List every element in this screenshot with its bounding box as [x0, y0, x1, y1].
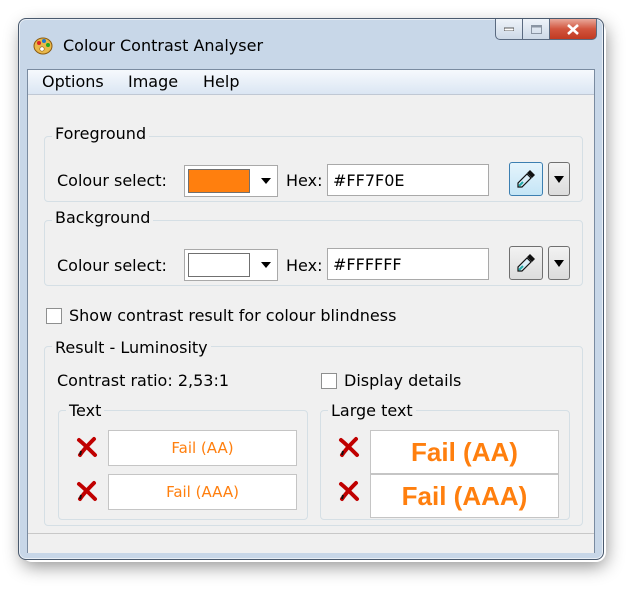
fg-eyedropper-button[interactable]	[509, 162, 543, 196]
close-button[interactable]	[550, 19, 597, 40]
fg-hex-label: Hex:	[286, 171, 323, 190]
menu-bar: Options Image Help	[28, 70, 594, 95]
menu-image[interactable]: Image	[128, 72, 178, 91]
text-result-label: Text	[66, 401, 105, 420]
colour-blindness-label[interactable]: Show contrast result for colour blindnes…	[69, 306, 396, 325]
eyedropper-icon	[517, 170, 535, 188]
status-bar	[28, 533, 594, 553]
fail-x-icon	[339, 481, 359, 501]
minimize-button[interactable]	[495, 19, 523, 40]
fg-hex-input[interactable]	[327, 164, 489, 196]
fg-colour-swatch	[188, 169, 250, 193]
text-aa-result: Fail (AA)	[108, 430, 297, 466]
bg-hex-input[interactable]	[327, 248, 489, 280]
fail-x-icon	[339, 437, 359, 457]
bg-hex-label: Hex:	[286, 256, 323, 275]
close-icon	[567, 23, 579, 35]
window-title: Colour Contrast Analyser	[63, 36, 264, 55]
contrast-ratio: Contrast ratio: 2,53:1	[57, 371, 230, 390]
eyedropper-icon	[517, 254, 535, 272]
minimize-icon	[504, 27, 514, 31]
display-details-label[interactable]: Display details	[344, 371, 461, 390]
large-text-result-label: Large text	[328, 401, 416, 420]
display-details-checkbox[interactable]	[321, 373, 337, 389]
fg-colour-select-label: Colour select:	[57, 171, 167, 190]
large-text-aaa-result: Fail (AAA)	[370, 474, 559, 518]
client-area: Options Image Help Foreground Colour sel…	[27, 69, 595, 553]
colour-blindness-checkbox[interactable]	[46, 308, 62, 324]
large-text-aa-result: Fail (AA)	[370, 430, 559, 474]
caret-down-icon	[554, 176, 564, 183]
maximize-icon	[530, 24, 542, 34]
text-aaa-result: Fail (AAA)	[108, 474, 297, 510]
bg-eyedropper-button[interactable]	[509, 246, 543, 280]
palette-icon	[33, 37, 53, 55]
bg-colour-select[interactable]	[184, 249, 278, 281]
fg-picker-dropdown[interactable]	[548, 162, 570, 196]
background-group	[44, 220, 583, 286]
result-label: Result - Luminosity	[52, 338, 211, 357]
fail-x-icon	[77, 481, 97, 501]
background-label: Background	[52, 208, 154, 227]
app-window: Colour Contrast Analyser Options Image H…	[18, 18, 604, 560]
bg-colour-select-label: Colour select:	[57, 256, 167, 275]
title-bar[interactable]: Colour Contrast Analyser	[19, 19, 603, 69]
maximize-button[interactable]	[523, 19, 550, 40]
bg-colour-swatch	[188, 253, 250, 277]
menu-help[interactable]: Help	[203, 72, 239, 91]
chevron-down-icon	[261, 262, 271, 268]
chevron-down-icon	[261, 178, 271, 184]
bg-picker-dropdown[interactable]	[548, 246, 570, 280]
caret-down-icon	[554, 260, 564, 267]
foreground-group	[44, 136, 583, 202]
fg-colour-select[interactable]	[184, 165, 278, 197]
menu-options[interactable]: Options	[42, 72, 104, 91]
foreground-label: Foreground	[52, 124, 150, 143]
fail-x-icon	[77, 437, 97, 457]
